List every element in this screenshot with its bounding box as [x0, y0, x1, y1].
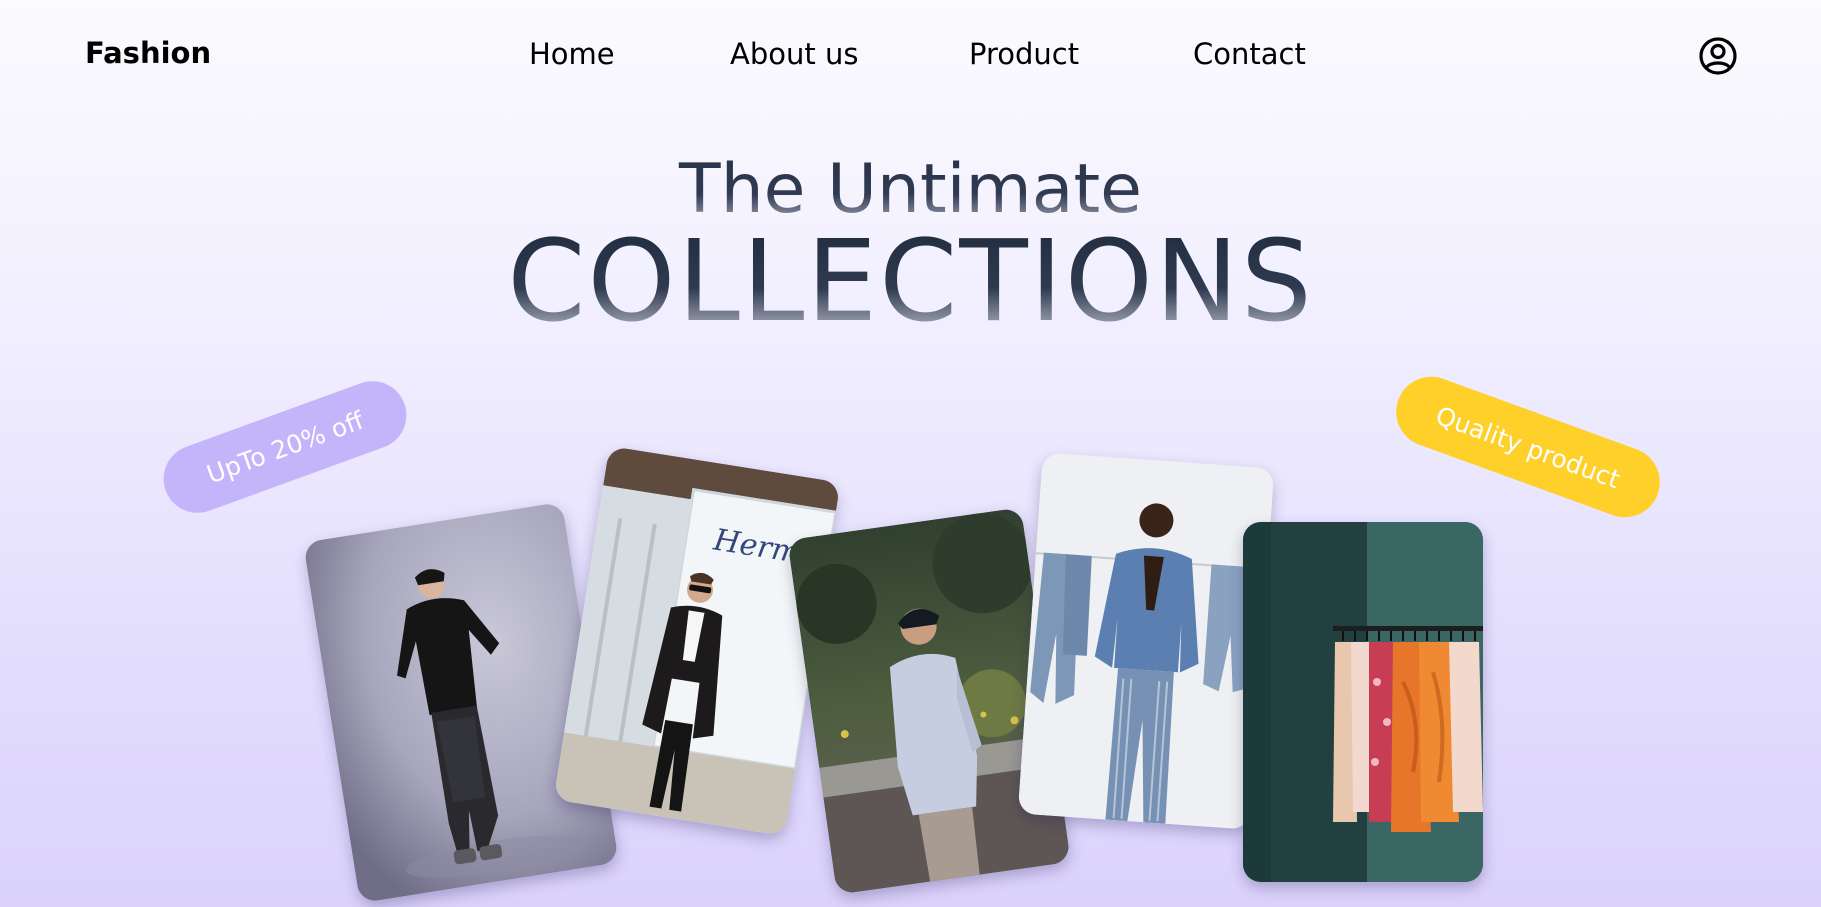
discount-badge: UpTo 20% off	[154, 371, 416, 523]
quality-badge: Quality product	[1386, 366, 1670, 528]
nav-product[interactable]: Product	[969, 37, 1079, 71]
user-circle-icon[interactable]	[1698, 36, 1738, 76]
clothing-rack-image	[1243, 522, 1483, 882]
man-denim-photo[interactable]	[1017, 452, 1275, 830]
man-denim-image	[1017, 452, 1275, 830]
nav-home[interactable]: Home	[529, 37, 615, 71]
nav-about-us[interactable]: About us	[730, 37, 858, 71]
man-trench-coat-photo[interactable]: Herm	[553, 445, 841, 837]
brand-logo[interactable]: Fashion	[85, 36, 211, 70]
man-trench-coat-image: Herm	[553, 445, 841, 837]
hero-title: COLLECTIONS	[0, 222, 1821, 342]
nav-contact[interactable]: Contact	[1193, 37, 1306, 71]
clothing-rack-photo[interactable]	[1243, 522, 1483, 882]
